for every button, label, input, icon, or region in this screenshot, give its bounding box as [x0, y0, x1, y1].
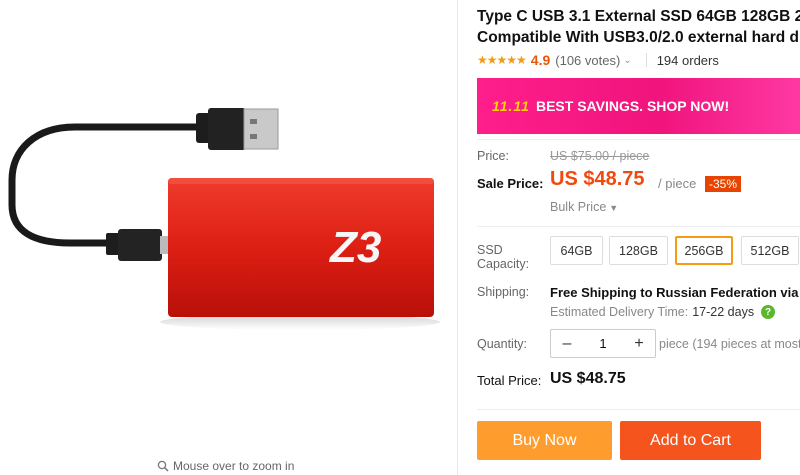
brand-logo: Z3: [328, 223, 381, 272]
divider: [645, 53, 647, 67]
increment-button[interactable]: +: [633, 335, 645, 352]
votes-count[interactable]: (106 votes): [555, 53, 620, 68]
zoom-hint-text: Mouse over to zoom in: [173, 459, 295, 473]
help-icon[interactable]: ?: [761, 305, 776, 319]
delivery-label: Estimated Delivery Time:: [550, 305, 689, 319]
divider: [477, 226, 800, 227]
promo-banner[interactable]: 11.11 BEST SAVINGS. SHOP NOW!: [477, 78, 800, 134]
product-title: Type C USB 3.1 External SSD 64GB 128GB 2…: [477, 6, 800, 48]
capacity-option-64gb[interactable]: 64GB: [550, 236, 603, 265]
total-price-label: Total Price:: [477, 373, 542, 388]
add-to-cart-button[interactable]: Add to Cart: [620, 421, 761, 460]
star-rating-icon: ★★★★★: [477, 53, 527, 67]
quantity-stepper: – 1 +: [550, 329, 656, 358]
shipping-method[interactable]: Free Shipping to Russian Federation via: [550, 285, 799, 300]
rating-row: ★★★★★ 4.9 (106 votes) ⌄ 194 orders: [477, 52, 719, 68]
product-image-panel: Z3 Mouse over to zoom in: [0, 0, 458, 475]
quantity-label: Quantity:: [477, 337, 528, 351]
banner-date: 11.11: [492, 98, 530, 114]
divider: [477, 139, 800, 140]
product-details: Type C USB 3.1 External SSD 64GB 128GB 2…: [459, 0, 800, 475]
bulk-price-toggle[interactable]: Bulk Price ▼: [550, 200, 618, 214]
total-price: US $48.75: [550, 370, 626, 387]
sale-price: US $48.75: [550, 168, 645, 190]
caret-down-icon: ▼: [609, 203, 619, 213]
shipping-label: Shipping:: [477, 285, 530, 299]
delivery-time: Estimated Delivery Time: 17-22 days ?: [550, 305, 776, 319]
delivery-days: 17-22 days: [692, 305, 755, 319]
zoom-hint: Mouse over to zoom in: [157, 459, 294, 473]
price-label: Price:: [477, 149, 509, 163]
product-image[interactable]: Z3: [0, 0, 458, 460]
discount-badge: -35%: [705, 176, 742, 192]
quantity-note: piece (194 pieces at most: [659, 337, 800, 351]
product-title-line-1: Type C USB 3.1 External SSD 64GB 128GB 2…: [477, 8, 800, 25]
sale-price-label: Sale Price:: [477, 176, 544, 191]
capacity-option-128gb[interactable]: 128GB: [609, 236, 668, 265]
magnifier-icon: [157, 460, 169, 472]
rating-value: 4.9: [530, 52, 551, 68]
original-price: US $75.00 / piece: [550, 149, 650, 163]
banner-text: BEST SAVINGS. SHOP NOW!: [535, 98, 730, 114]
capacity-option-256gb[interactable]: 256GB: [675, 236, 733, 265]
capacity-option-512gb[interactable]: 512GB: [741, 236, 799, 265]
product-title-line-2: Compatible With USB3.0/2.0 external hard…: [477, 29, 800, 46]
quantity-input[interactable]: 1: [599, 336, 606, 351]
divider: [477, 409, 800, 410]
chevron-down-icon[interactable]: ⌄: [623, 55, 631, 66]
per-piece-unit: / piece: [658, 176, 697, 191]
capacity-label: SSD Capacity:: [477, 243, 530, 271]
buy-now-button[interactable]: Buy Now: [477, 421, 612, 460]
orders-count: 194 orders: [656, 52, 719, 68]
decrement-button[interactable]: –: [561, 335, 573, 352]
bulk-price-label: Bulk Price: [550, 200, 607, 214]
